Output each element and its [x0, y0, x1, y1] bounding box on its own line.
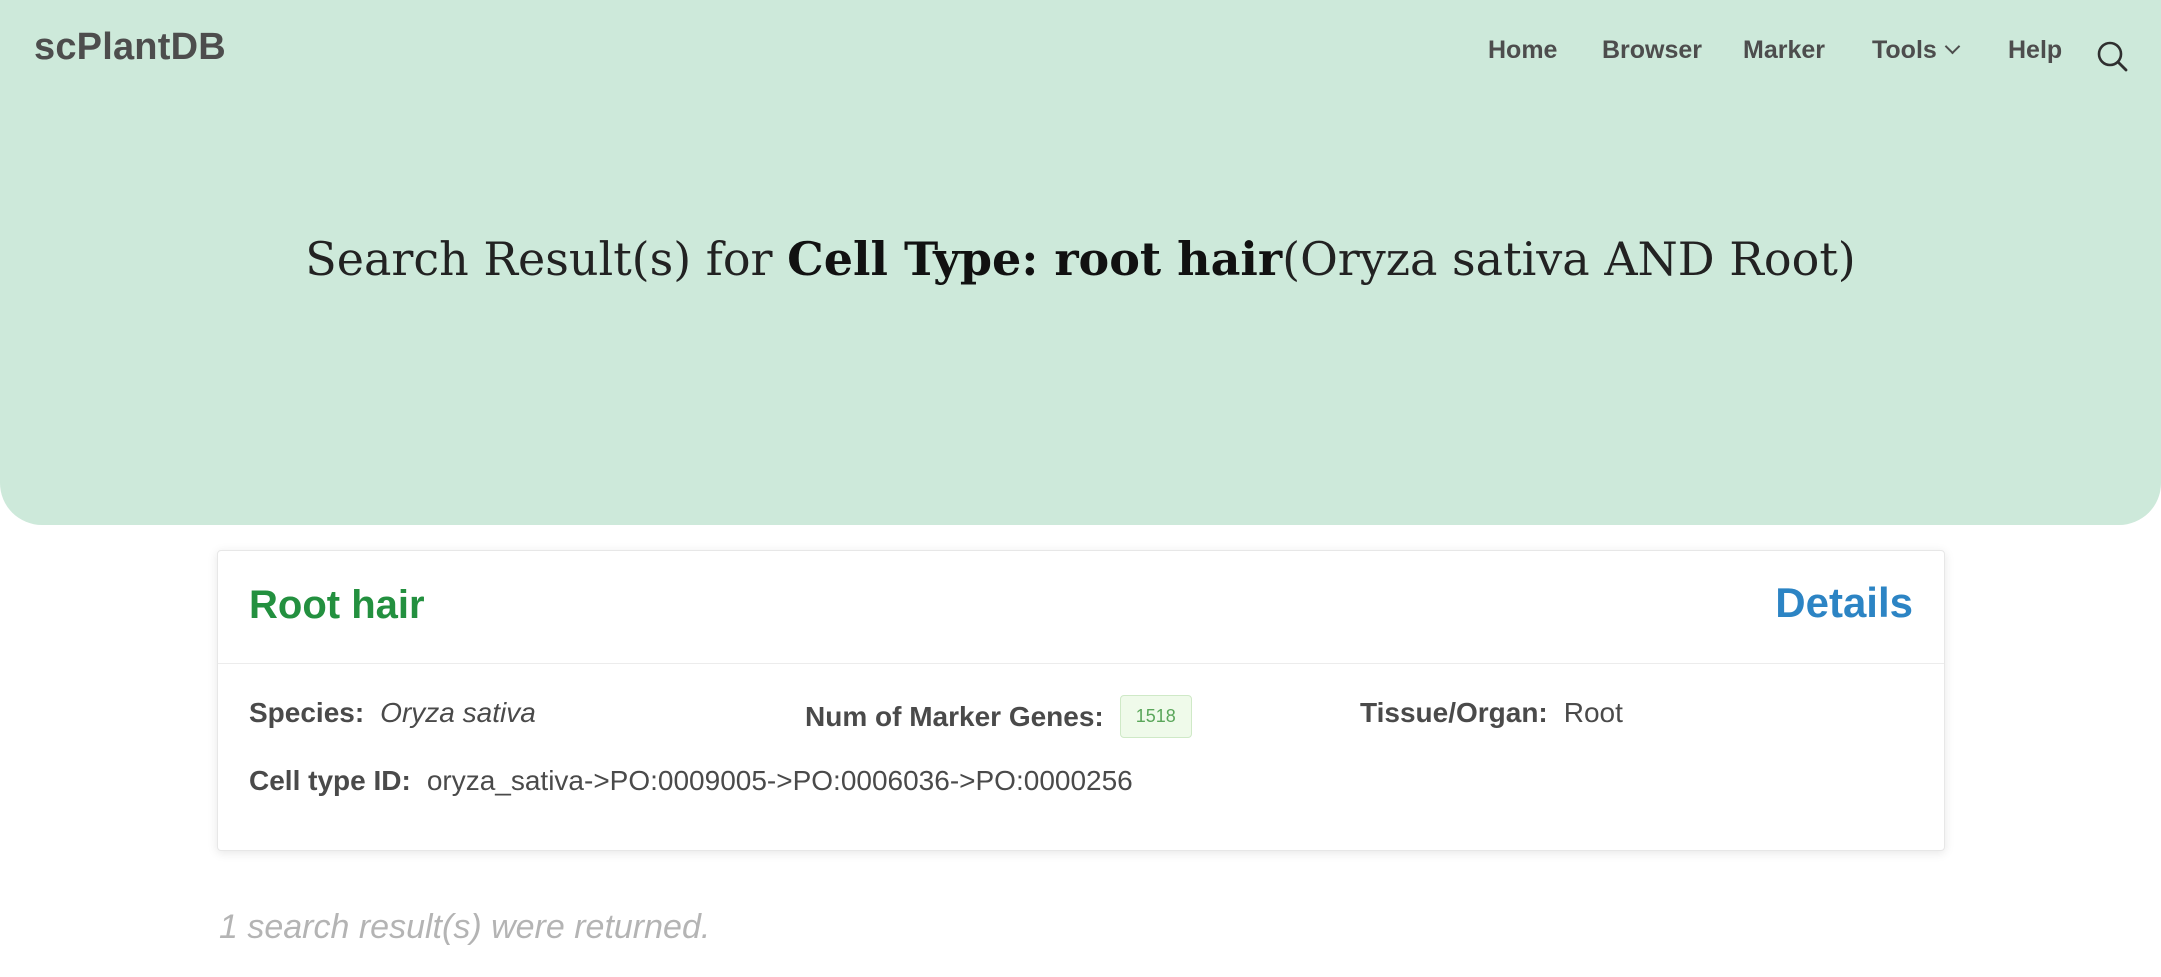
celltype-id-field: Cell type ID: oryza_sativa->PO:0009005->P…: [249, 765, 1133, 797]
details-link[interactable]: Details: [1775, 579, 1913, 627]
card-divider: [218, 663, 1944, 664]
nav-tools[interactable]: Tools: [1872, 36, 1961, 65]
site-logo[interactable]: scPlantDB: [34, 26, 226, 69]
species-field: Species: Oryza sativa: [249, 697, 536, 729]
result-title: Root hair: [249, 583, 425, 627]
results-count-note: 1 search result(s) were returned.: [219, 908, 711, 946]
title-filters: (Oryza sativa AND Root): [1282, 232, 1856, 286]
title-query: Cell Type: root hair: [787, 232, 1283, 286]
page-title: Search Result(s) for Cell Type: root hai…: [0, 232, 2161, 286]
chevron-down-icon: [1944, 38, 1961, 55]
tissue-label: Tissue/Organ:: [1360, 697, 1548, 728]
marker-genes-badge[interactable]: 1518: [1119, 695, 1192, 738]
celltype-id-label: Cell type ID:: [249, 765, 411, 796]
species-value: Oryza sativa: [380, 697, 536, 728]
marker-genes-label: Num of Marker Genes:: [805, 700, 1104, 732]
title-prefix: Search Result(s) for: [305, 232, 788, 286]
marker-genes-field: Num of Marker Genes: 1518: [805, 695, 1192, 740]
nav-marker[interactable]: Marker: [1743, 36, 1825, 65]
hero-banner: scPlantDB Home Browser Marker Tools Help…: [0, 0, 2161, 525]
nav-tools-label: Tools: [1872, 36, 1937, 64]
tissue-value: Root: [1563, 697, 1623, 728]
species-label: Species:: [249, 697, 365, 728]
celltype-id-value: oryza_sativa->PO:0009005->PO:0006036->PO…: [426, 765, 1133, 796]
nav-help[interactable]: Help: [2008, 36, 2062, 65]
nav-home[interactable]: Home: [1488, 36, 1557, 65]
result-card: Root hair Details Species: Oryza sativa N…: [217, 550, 1945, 851]
search-icon[interactable]: [2096, 40, 2128, 72]
tissue-field: Tissue/Organ: Root: [1360, 697, 1623, 729]
nav-browser[interactable]: Browser: [1602, 36, 1702, 65]
